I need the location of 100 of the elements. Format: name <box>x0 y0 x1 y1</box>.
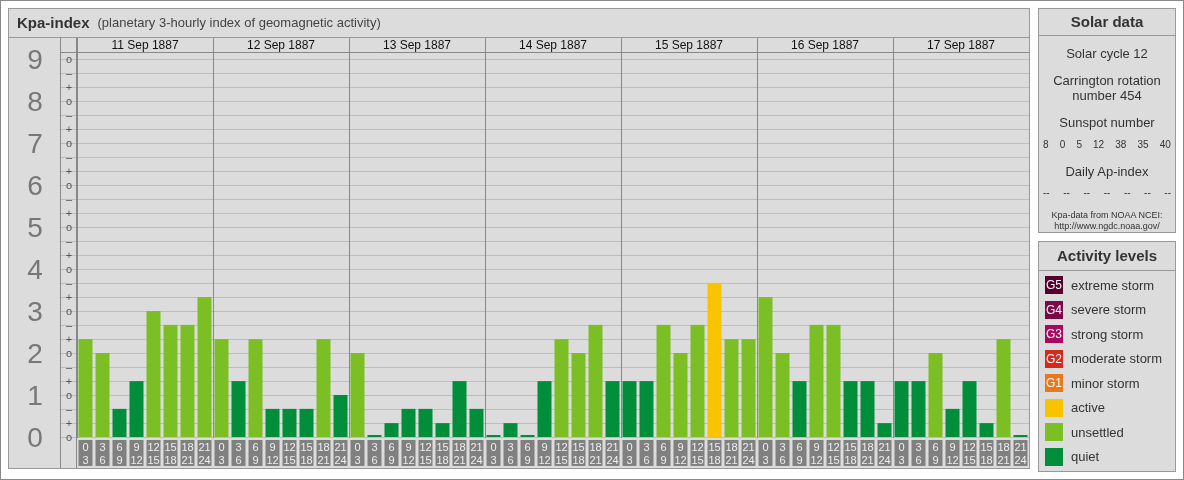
tick-label: – <box>65 361 73 373</box>
level-swatch: G2 <box>1045 349 1063 368</box>
tick-label: + <box>65 207 73 219</box>
tick-label: o <box>65 137 73 149</box>
tick-label: – <box>65 235 73 247</box>
x-tick-label: 3 6 <box>779 441 786 466</box>
sunspot-value: 35 <box>1137 137 1149 152</box>
x-tick-label: 6 9 <box>252 441 259 466</box>
axis-label: 6 <box>27 170 43 201</box>
axis-label: 4 <box>27 254 43 285</box>
tick-label: o <box>65 95 73 107</box>
axis-label: 3 <box>27 296 43 327</box>
date-label: 17 Sep 1887 <box>926 38 996 52</box>
ap-index-value: -- <box>1144 186 1151 200</box>
solar-cycle: Solar cycle 12 <box>1066 44 1148 63</box>
x-tick-label: 3 6 <box>643 441 650 466</box>
level-label: minor storm <box>1071 374 1140 393</box>
axis-label: 2 <box>27 338 43 369</box>
x-tick-label: 0 3 <box>762 441 769 466</box>
tick-label: – <box>65 277 73 289</box>
sunspot-value: 40 <box>1159 137 1171 152</box>
tick-label: + <box>65 333 73 345</box>
axis-label: 8 <box>27 86 43 117</box>
ap-index-value: -- <box>1123 186 1131 200</box>
level-label: severe storm <box>1071 301 1147 319</box>
tick-label: + <box>65 417 73 429</box>
axis-label: 5 <box>27 212 43 243</box>
date-label: 15 Sep 1887 <box>654 38 724 52</box>
chart-title: Kpa-index <box>17 12 90 33</box>
ap-index-value: -- <box>1164 186 1171 200</box>
level-label: active <box>1071 399 1105 417</box>
x-tick-label: 3 6 <box>371 441 378 466</box>
x-tick-label: 6 9 <box>116 441 123 466</box>
tick-label: + <box>65 165 73 177</box>
level-label: quiet <box>1071 448 1100 466</box>
axis-label: 0 <box>27 422 43 453</box>
chart-subtitle: (planetary 3-hourly index of geomagnetic activity) <box>97 14 381 33</box>
source-note: Kpa-data from NOAA NCEI: <box>1051 210 1163 221</box>
x-tick-label: 6 9 <box>932 441 939 466</box>
carrington-rotation: Carrington rotation number 454 <box>1052 73 1162 103</box>
sunspot-value: 5 <box>1076 137 1082 152</box>
ap-index-value: -- <box>1083 186 1091 200</box>
tick-label: o <box>65 263 73 275</box>
tick-label: o <box>65 221 73 233</box>
axis-label: 9 <box>27 44 43 75</box>
x-tick-label: 0 3 <box>82 441 89 466</box>
tick-label: o <box>65 179 73 191</box>
x-tick-label: 3 6 <box>99 441 106 466</box>
level-swatch: G1 <box>1045 374 1063 393</box>
date-label: 12 Sep 1887 <box>246 38 316 52</box>
level-label: extreme storm <box>1071 276 1155 295</box>
x-tick-label: 0 3 <box>490 441 497 466</box>
x-tick-label: 3 6 <box>235 441 242 466</box>
x-tick-label: 0 3 <box>898 441 905 466</box>
tick-label: o <box>65 347 73 359</box>
x-tick-label: 6 9 <box>524 441 531 466</box>
tick-label: – <box>65 67 73 79</box>
sunspot-label: Sunspot number <box>1059 114 1155 132</box>
level-label: unsettled <box>1071 423 1124 442</box>
panel-title: Solar data <box>1039 9 1175 36</box>
tick-label: – <box>65 193 73 205</box>
tick-label: + <box>65 249 73 261</box>
x-tick-label: 0 3 <box>218 441 225 466</box>
axis-label: 7 <box>27 128 43 159</box>
date-label: 14 Sep 1887 <box>518 38 588 52</box>
tick-label: o <box>65 53 73 65</box>
x-tick-label: 6 9 <box>660 441 667 466</box>
tick-label: + <box>65 81 73 93</box>
ap-index-label: Daily Ap-index <box>1065 162 1149 181</box>
x-tick-label: 0 3 <box>626 441 633 466</box>
source-url: http://www.ngdc.noaa.gov/ <box>1054 221 1160 232</box>
x-tick-label: 6 9 <box>388 441 395 466</box>
level-swatch: G5 <box>1045 276 1063 295</box>
x-tick-label: 6 9 <box>796 441 803 466</box>
ap-index-value: -- <box>1063 186 1070 200</box>
ap-index-value: -- <box>1103 186 1111 200</box>
tick-label: – <box>65 109 73 121</box>
x-tick-label: 3 6 <box>915 441 922 466</box>
level-label: moderate storm <box>1071 350 1163 368</box>
sunspot-value: 12 <box>1093 137 1105 152</box>
axis-label: 1 <box>27 380 43 411</box>
tick-label: + <box>65 123 73 135</box>
date-label: 11 Sep 1887 <box>111 38 179 52</box>
panel-title: Activity levels <box>1039 242 1175 271</box>
date-label: 13 Sep 1887 <box>382 38 452 52</box>
sunspot-value: 0 <box>1059 137 1066 152</box>
x-tick-label: 0 3 <box>354 441 361 466</box>
sunspot-value: 8 <box>1043 137 1049 152</box>
tick-label: o <box>65 305 73 317</box>
level-swatch: G4 <box>1045 300 1063 319</box>
tick-label: – <box>65 403 73 415</box>
tick-label: o <box>65 431 73 443</box>
tick-label: + <box>65 375 73 387</box>
level-label: strong storm <box>1071 325 1144 344</box>
tick-label: – <box>65 319 73 331</box>
tick-label: + <box>65 291 73 303</box>
sunspot-value: 38 <box>1115 137 1127 152</box>
date-label: 16 Sep 1887 <box>790 38 860 52</box>
tick-label: o <box>65 389 73 401</box>
level-swatch: G3 <box>1045 325 1063 344</box>
